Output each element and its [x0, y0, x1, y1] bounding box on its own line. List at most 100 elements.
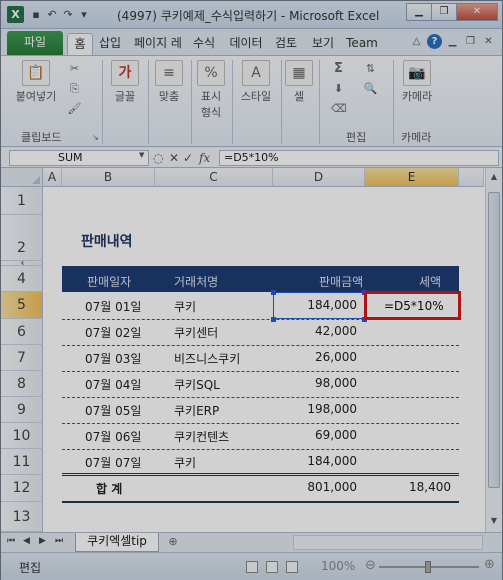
- row-header-2[interactable]: 2: [1, 215, 43, 261]
- vertical-scrollbar[interactable]: ▲ ▼: [485, 168, 502, 532]
- page-break-view-icon[interactable]: [286, 561, 298, 573]
- excel-logo-icon[interactable]: X: [7, 6, 24, 23]
- zoom-level[interactable]: 100%: [321, 559, 355, 573]
- name-box[interactable]: SUM: [9, 150, 149, 166]
- save-icon[interactable]: ▪: [29, 8, 43, 22]
- insert-function-icon[interactable]: fx: [199, 151, 210, 165]
- table-row-client[interactable]: 쿠키센터: [174, 324, 218, 341]
- sheet-tab-active[interactable]: 쿠키엑셀tip: [75, 533, 159, 552]
- column-header-b[interactable]: B: [62, 168, 155, 187]
- enter-icon[interactable]: ✓: [183, 151, 193, 165]
- row-header-11[interactable]: 11: [1, 449, 43, 475]
- table-row-client[interactable]: 쿠키: [174, 454, 196, 471]
- table-row-amount[interactable]: 69,000: [273, 428, 357, 442]
- tab-review[interactable]: 검토: [271, 33, 301, 55]
- sort-filter-icon[interactable]: ⇅: [363, 61, 378, 76]
- cut-icon[interactable]: ✂: [67, 61, 82, 76]
- tab-data[interactable]: 데이터: [225, 33, 267, 55]
- row-header-7[interactable]: 7: [1, 345, 43, 371]
- active-cell-editor[interactable]: =D5*10%: [384, 299, 444, 313]
- row-header-9[interactable]: 9: [1, 397, 43, 423]
- workbook-restore-icon[interactable]: ❐: [463, 34, 478, 49]
- qat-customize-icon[interactable]: ▾: [77, 8, 91, 22]
- insert-sheet-icon[interactable]: ⊕: [163, 535, 183, 550]
- column-header-e[interactable]: E: [365, 168, 459, 187]
- page-layout-view-icon[interactable]: [266, 561, 278, 573]
- header-amount[interactable]: 판매금액: [319, 273, 363, 290]
- select-all-corner[interactable]: [1, 168, 43, 187]
- prev-sheet-icon[interactable]: ◀: [23, 536, 30, 546]
- scroll-up-icon[interactable]: ▲: [489, 172, 499, 181]
- fill-icon[interactable]: ⬇: [331, 81, 346, 96]
- column-header-c[interactable]: C: [155, 168, 273, 187]
- row-header-5[interactable]: 5: [1, 292, 43, 319]
- total-label[interactable]: 합 계: [96, 480, 122, 497]
- table-row-date[interactable]: 07월 06일: [85, 428, 141, 445]
- table-row-amount[interactable]: 184,000: [273, 454, 357, 468]
- help-icon[interactable]: ?: [427, 34, 442, 49]
- paste-button[interactable]: 📋 붙여넣기: [11, 60, 61, 104]
- row-header-10[interactable]: 10: [1, 423, 43, 449]
- workbook-close-icon[interactable]: ✕: [481, 34, 496, 49]
- tab-insert[interactable]: 삽입: [95, 33, 125, 55]
- header-tax[interactable]: 세액: [419, 273, 441, 290]
- alignment-button[interactable]: ≡ 맞춤: [149, 60, 189, 104]
- horizontal-scrollbar[interactable]: [293, 535, 483, 550]
- dialog-launcher-icon[interactable]: ↘: [88, 130, 103, 145]
- tab-team[interactable]: Team: [344, 33, 380, 55]
- row-header-1[interactable]: 1: [1, 187, 43, 215]
- table-row-date[interactable]: 07월 04일: [85, 376, 141, 393]
- header-date[interactable]: 판매일자: [87, 273, 131, 290]
- tab-view[interactable]: 보기: [308, 33, 338, 55]
- tab-home[interactable]: 홈: [67, 33, 93, 55]
- total-tax[interactable]: 18,400: [365, 480, 451, 494]
- zoom-slider-thumb[interactable]: [425, 561, 431, 573]
- table-row-date[interactable]: 07월 02일: [85, 324, 141, 341]
- cells-button[interactable]: ▦ 셀: [284, 60, 314, 104]
- table-row-client[interactable]: 쿠키SQL: [174, 376, 220, 393]
- first-sheet-icon[interactable]: ⏮: [7, 536, 15, 546]
- table-row-client[interactable]: 쿠키컨텐츠: [174, 428, 229, 445]
- formula-bar-splitter-icon[interactable]: ◌: [153, 151, 163, 165]
- row-header-8[interactable]: 8: [1, 371, 43, 397]
- next-sheet-icon[interactable]: ▶: [39, 536, 46, 546]
- close-button[interactable]: ✕: [456, 3, 498, 21]
- column-header-d[interactable]: D: [273, 168, 365, 187]
- number-format-button[interactable]: % 표시 형식: [193, 60, 229, 120]
- format-painter-icon[interactable]: 🖌: [67, 101, 82, 116]
- workbook-minimize-icon[interactable]: ▁: [445, 34, 460, 49]
- row-header-6[interactable]: 6: [1, 319, 43, 345]
- worksheet-grid[interactable]: A B C D E 1 2 3 4 5 6 7 8 9 10 11 12 13 …: [1, 168, 502, 532]
- minimize-ribbon-icon[interactable]: △: [409, 34, 424, 49]
- restore-button[interactable]: ❐: [431, 3, 457, 21]
- minimize-button[interactable]: ▁: [406, 3, 432, 21]
- copy-icon[interactable]: ⎘: [67, 81, 82, 96]
- table-row-amount[interactable]: 26,000: [273, 350, 357, 364]
- row-header-12[interactable]: 12: [1, 475, 43, 502]
- table-row-date[interactable]: 07월 07일: [85, 454, 141, 471]
- table-row-date[interactable]: 07월 03일: [85, 350, 141, 367]
- table-row-amount[interactable]: 98,000: [273, 376, 357, 390]
- row-header-4[interactable]: 4: [1, 266, 43, 292]
- vertical-scroll-thumb[interactable]: [488, 192, 500, 488]
- total-amount[interactable]: 801,000: [273, 480, 357, 494]
- header-client[interactable]: 거래처명: [174, 273, 218, 290]
- autosum-icon[interactable]: Σ: [331, 61, 346, 76]
- sheet-title[interactable]: 판매내역: [81, 231, 133, 251]
- table-row-client[interactable]: 쿠키: [174, 298, 196, 315]
- font-button[interactable]: 가 글꼴: [105, 60, 145, 104]
- table-row-amount[interactable]: 198,000: [273, 402, 357, 416]
- table-row-client[interactable]: 비즈니스쿠키: [174, 350, 240, 367]
- last-sheet-icon[interactable]: ⏭: [55, 536, 63, 546]
- row-header-13[interactable]: 13: [1, 502, 43, 532]
- tab-file[interactable]: 파일: [7, 31, 63, 55]
- zoom-out-icon[interactable]: ⊖: [365, 558, 376, 573]
- find-select-icon[interactable]: 🔍: [363, 81, 378, 96]
- undo-icon[interactable]: ↶: [45, 8, 59, 22]
- name-box-dropdown-icon[interactable]: ▼: [139, 151, 144, 159]
- column-header-a[interactable]: A: [43, 168, 62, 187]
- redo-icon[interactable]: ↷: [61, 8, 75, 22]
- table-row-client[interactable]: 쿠키ERP: [174, 402, 219, 419]
- tab-formulas[interactable]: 수식: [189, 33, 219, 55]
- camera-button[interactable]: 📷 카메라: [397, 60, 437, 104]
